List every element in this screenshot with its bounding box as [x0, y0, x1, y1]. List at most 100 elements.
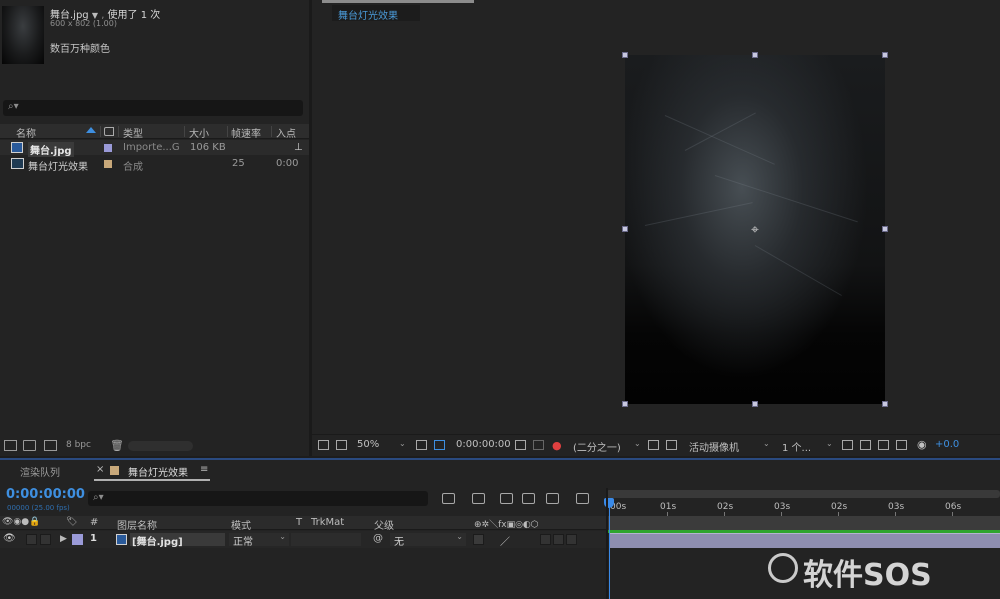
3d-layer-switch[interactable]	[566, 534, 577, 545]
parent-select[interactable]: 无 ⌄	[390, 532, 466, 548]
chevron-down-icon[interactable]: ⌄	[763, 439, 770, 448]
chevron-down-icon[interactable]: ⌄	[634, 439, 641, 448]
eye-icon[interactable]: 👁	[3, 533, 16, 544]
expand-arrow-icon[interactable]: ▶	[60, 534, 67, 544]
label-tag-icon[interactable]	[104, 127, 114, 136]
sort-asc-icon	[86, 127, 96, 133]
frame-blending-icon[interactable]	[522, 493, 535, 504]
label-color-swatch[interactable]	[104, 144, 112, 152]
color-channels-icon[interactable]: ●	[552, 439, 562, 452]
pixel-aspect-icon[interactable]	[842, 440, 853, 450]
adjustment-layer-switch[interactable]	[553, 534, 564, 545]
project-item-type: 合成	[123, 162, 143, 173]
track-matte-select[interactable]	[291, 533, 361, 546]
motion-blur-switch[interactable]	[540, 534, 551, 545]
column-divider	[184, 126, 185, 137]
reset-exposure-icon[interactable]: ◉	[917, 438, 927, 451]
quality-switch-icon[interactable]: ／	[500, 533, 510, 548]
lock-toggle[interactable]	[40, 534, 51, 545]
audio-toggle[interactable]	[26, 534, 37, 545]
layer-name-header[interactable]: 图层名称	[117, 517, 157, 532]
timeline-search-input[interactable]: ⌕▾	[88, 491, 428, 506]
project-item-size: 106 KB	[190, 142, 226, 153]
transform-handle[interactable]	[622, 226, 628, 232]
panel-menu-icon[interactable]: ≡	[200, 464, 208, 475]
tab-comp-timeline[interactable]: 舞台灯光效果	[128, 464, 188, 479]
transform-handle[interactable]	[752, 52, 758, 58]
project-item-in: 0:00	[276, 158, 299, 169]
mask-visibility-icon[interactable]	[434, 440, 445, 450]
shy-layers-icon[interactable]	[500, 493, 513, 504]
always-preview-icon[interactable]	[318, 440, 329, 450]
views-select[interactable]: 1 个...	[782, 439, 811, 454]
project-item-name: 舞台.jpg	[28, 142, 74, 157]
interpret-footage-icon[interactable]	[4, 440, 17, 451]
ruler-label: 02s	[717, 502, 734, 512]
project-column-header: 名称 类型 大小 帧速率 入点	[0, 124, 309, 140]
motion-blur-icon[interactable]	[546, 493, 559, 504]
chevron-down-icon[interactable]: ⌄	[826, 439, 833, 448]
label-color-swatch[interactable]	[72, 534, 83, 545]
viewer-toolbar: 50% ⌄ 0:00:00:00 ● (二分之一) ⌄ 活动摄像机 ⌄ 1 个.…	[312, 434, 1000, 456]
monitor-icon[interactable]	[336, 440, 347, 450]
layer-duration-bar[interactable]	[610, 533, 1000, 548]
draft-3d-icon[interactable]	[472, 493, 485, 504]
transform-handle[interactable]	[882, 226, 888, 232]
resolution-select[interactable]: (二分之一)	[573, 439, 621, 454]
column-divider	[118, 126, 119, 137]
shy-switch[interactable]	[473, 534, 484, 545]
graph-editor-icon[interactable]	[576, 493, 589, 504]
camera-select[interactable]: 活动摄像机	[689, 439, 739, 454]
track-matte-header: TrkMat	[311, 517, 345, 528]
new-comp-icon[interactable]	[44, 440, 57, 451]
trash-icon[interactable]: 🗑	[110, 439, 124, 452]
project-footer: 8 bpc 🗑	[0, 438, 309, 454]
column-in[interactable]: 入点	[276, 125, 296, 140]
project-item-comp[interactable]: 舞台灯光效果 合成 25 0:00	[0, 156, 309, 173]
exposure-value[interactable]: +0.0	[935, 439, 959, 450]
flowchart-icon[interactable]	[896, 440, 907, 450]
time-ruler[interactable]: 00s 01s 02s 03s 02s 03s 06s	[606, 490, 1000, 516]
blend-mode-select[interactable]: 正常 ⌄	[229, 532, 289, 548]
column-size[interactable]: 大小	[189, 125, 209, 140]
column-type[interactable]: 类型	[123, 125, 143, 140]
column-fps[interactable]: 帧速率	[231, 125, 261, 140]
timeline-toggle-icon[interactable]	[878, 440, 889, 450]
camera-snapshot-icon[interactable]	[515, 440, 526, 450]
close-icon[interactable]: ×	[96, 464, 104, 475]
comp-mini-flowchart-icon[interactable]	[442, 493, 455, 504]
tab-render-queue[interactable]: 渲染队列	[20, 464, 60, 479]
label-color-swatch[interactable]	[104, 160, 112, 168]
texture-detail	[684, 112, 756, 151]
fast-previews-icon[interactable]	[860, 440, 871, 450]
project-search-input[interactable]: ⌕▾	[3, 100, 303, 116]
tab-comp-viewer[interactable]: 舞台灯光效果	[332, 5, 420, 22]
project-item-footage[interactable]: 舞台.jpg Importe...G 106 KB ⊥	[0, 140, 309, 157]
zoom-select[interactable]: 50%	[357, 439, 379, 450]
anchor-point-icon[interactable]: ⌖	[747, 222, 763, 238]
work-area-bar[interactable]	[606, 516, 1000, 530]
column-name[interactable]: 名称	[16, 125, 36, 140]
transform-handle[interactable]	[882, 52, 888, 58]
transform-handle[interactable]	[622, 401, 628, 407]
region-of-interest-icon[interactable]	[648, 440, 659, 450]
chevron-down-icon[interactable]: ⌄	[399, 439, 406, 448]
show-snapshot-icon[interactable]	[533, 440, 544, 450]
time-navigator[interactable]	[606, 490, 1000, 498]
new-folder-icon[interactable]	[23, 440, 36, 451]
transparency-grid-icon[interactable]	[666, 440, 677, 450]
grid-icon[interactable]	[416, 440, 427, 450]
current-time-display[interactable]: 0:00:00:00	[6, 487, 85, 502]
playhead-line[interactable]	[609, 498, 610, 599]
layer-switches-header: ⊕✲＼fx▣◎◐⬡	[474, 520, 539, 530]
bit-depth-button[interactable]: 8 bpc	[66, 440, 91, 450]
transform-handle[interactable]	[752, 401, 758, 407]
thumbnail-size-slider[interactable]	[128, 441, 193, 451]
layer-row[interactable]: 👁 ▶ 1 [舞台.jpg] 正常 ⌄ @ 无 ⌄ ／	[0, 531, 606, 548]
pick-whip-icon[interactable]: @	[373, 533, 383, 544]
viewer-timecode[interactable]: 0:00:00:00	[456, 439, 511, 450]
transform-handle[interactable]	[622, 52, 628, 58]
layer-name[interactable]: [舞台.jpg]	[130, 533, 225, 548]
transform-handle[interactable]	[882, 401, 888, 407]
footage-thumbnail	[2, 6, 44, 64]
